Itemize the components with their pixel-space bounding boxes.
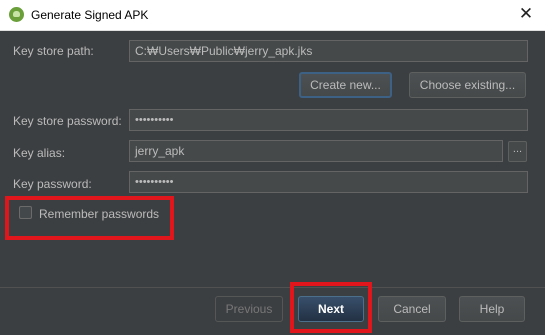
close-icon[interactable]: ✕: [515, 3, 537, 25]
key-password-label: Key password:: [13, 177, 92, 191]
help-button[interactable]: Help: [459, 296, 525, 322]
divider: [0, 287, 545, 288]
previous-button[interactable]: Previous: [215, 296, 283, 322]
title-bar: Generate Signed APK ✕: [0, 0, 545, 31]
next-button-highlight: [290, 282, 372, 333]
window-title: Generate Signed APK: [31, 8, 149, 22]
key-store-password-label: Key store password:: [13, 114, 122, 128]
choose-existing-button[interactable]: Choose existing...: [409, 72, 526, 98]
key-alias-browse-button[interactable]: ...: [508, 141, 527, 162]
key-password-field[interactable]: ••••••••••: [129, 171, 528, 193]
key-store-password-field[interactable]: ••••••••••: [129, 109, 528, 131]
cancel-button[interactable]: Cancel: [378, 296, 446, 322]
key-store-path-field[interactable]: C:₩Users₩Public₩jerry_apk.jks: [129, 40, 528, 62]
key-alias-field[interactable]: jerry_apk: [129, 140, 503, 162]
remember-passwords-highlight: [5, 196, 174, 240]
key-store-path-label: Key store path:: [13, 44, 94, 58]
create-new-button[interactable]: Create new...: [299, 72, 392, 98]
android-studio-icon: [9, 7, 24, 22]
key-alias-label: Key alias:: [13, 146, 66, 160]
